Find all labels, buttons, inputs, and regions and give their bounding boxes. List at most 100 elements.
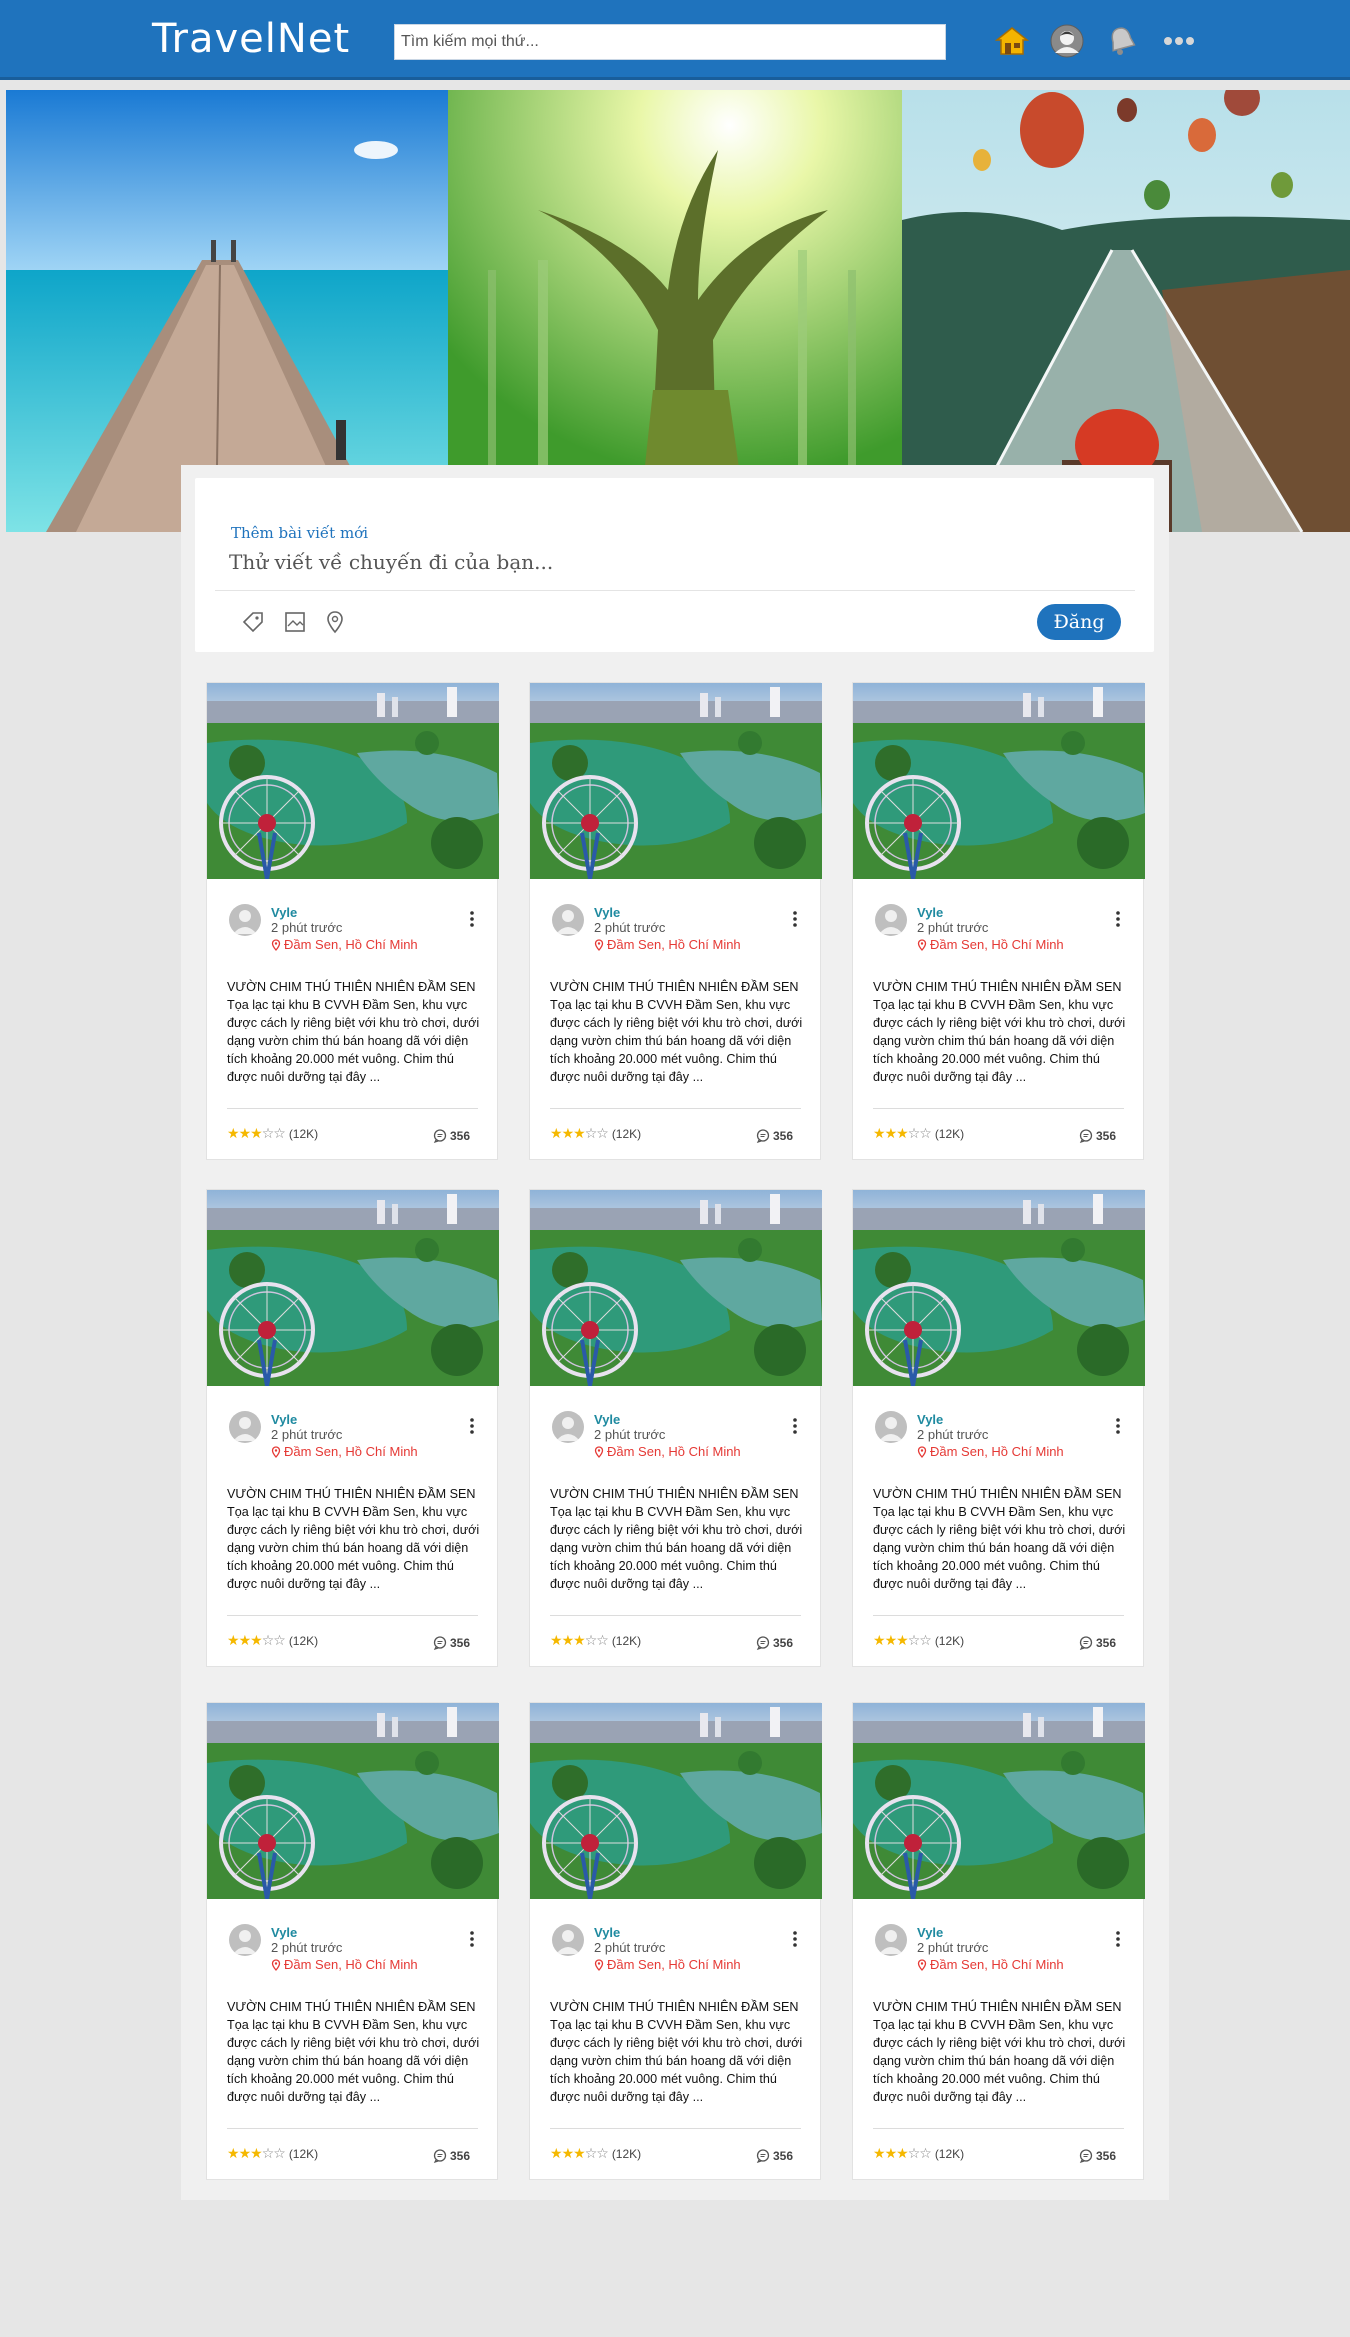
star-empty-icon: ☆ [273,2146,286,2162]
kebab-menu-icon[interactable] [465,1929,479,1949]
post-button[interactable]: Đăng [1037,604,1121,640]
post-excerpt: VƯỜN CHIM THÚ THIÊN NHIÊN ĐẦM SEN Tọa lạ… [550,2000,803,2104]
star-rating[interactable]: ★ ★ ★ ☆ ☆ (12K) [227,1633,318,1649]
comment-count[interactable]: 356 [1079,1636,1116,1650]
post-card[interactable]: Vyle 2 phút trước Đầm Sen, Hồ Chí Minh V… [529,1189,822,1667]
post-username[interactable]: Vyle [271,1412,297,1427]
post-username[interactable]: Vyle [917,1412,943,1427]
star-rating[interactable]: ★ ★ ★ ☆ ☆ (12K) [550,1633,641,1649]
comment-count[interactable]: 356 [756,2149,793,2163]
post-username[interactable]: Vyle [917,1925,943,1940]
avatar[interactable] [229,1411,261,1443]
star-rating[interactable]: ★ ★ ★ ☆ ☆ (12K) [873,1633,964,1649]
post-card[interactable]: Vyle 2 phút trước Đầm Sen, Hồ Chí Minh V… [529,682,822,1160]
avatar[interactable] [875,904,907,936]
star-rating[interactable]: ★ ★ ★ ☆ ☆ (12K) [873,1126,964,1142]
post-text-input[interactable] [229,546,1049,578]
comment-count[interactable]: 356 [756,1129,793,1143]
post-image[interactable] [530,1703,822,1899]
post-username[interactable]: Vyle [594,1412,620,1427]
kebab-menu-icon[interactable] [1111,1416,1125,1436]
kebab-menu-icon[interactable] [1111,909,1125,929]
star-filled-icon: ★ [250,1633,263,1649]
post-card[interactable]: Vyle 2 phút trước Đầm Sen, Hồ Chí Minh V… [529,1702,822,2180]
post-card[interactable]: Vyle 2 phút trước Đầm Sen, Hồ Chí Minh V… [206,682,499,1160]
comment-count[interactable]: 356 [1079,1129,1116,1143]
star-filled-icon: ★ [896,1633,909,1649]
post-card[interactable]: Vyle 2 phút trước Đầm Sen, Hồ Chí Minh V… [852,1189,1145,1667]
star-filled-icon: ★ [238,2146,252,2162]
post-username[interactable]: Vyle [271,905,297,920]
post-image[interactable] [530,683,822,879]
kebab-menu-icon[interactable] [788,1416,802,1436]
search-input[interactable] [394,24,946,60]
post-username[interactable]: Vyle [917,905,943,920]
kebab-menu-icon[interactable] [788,1929,802,1949]
star-filled-icon: ★ [573,1633,586,1649]
star-empty-icon: ☆ [584,1126,598,1142]
avatar[interactable] [552,1411,584,1443]
star-empty-icon: ☆ [273,1633,286,1649]
post-location[interactable]: Đầm Sen, Hồ Chí Minh [917,1957,1064,1972]
post-card[interactable]: Vyle 2 phút trước Đầm Sen, Hồ Chí Minh V… [206,1702,499,2180]
post-card[interactable]: Vyle 2 phút trước Đầm Sen, Hồ Chí Minh V… [206,1189,499,1667]
more-icon[interactable] [1160,22,1198,60]
divider [873,2128,1124,2129]
divider [550,2128,801,2129]
post-image[interactable] [853,1190,1145,1386]
star-filled-icon: ★ [884,1633,898,1649]
post-location[interactable]: Đầm Sen, Hồ Chí Minh [917,1444,1064,1459]
post-image[interactable] [207,1703,499,1899]
location-icon[interactable] [321,608,349,636]
comment-count-label: 356 [1096,1129,1117,1143]
tag-icon[interactable] [239,608,267,636]
kebab-menu-icon[interactable] [1111,1929,1125,1949]
post-location[interactable]: Đầm Sen, Hồ Chí Minh [594,937,741,952]
kebab-menu-icon[interactable] [788,909,802,929]
comment-count-label: 356 [1096,1636,1117,1650]
post-image[interactable] [530,1190,822,1386]
post-image[interactable] [853,683,1145,879]
post-location[interactable]: Đầm Sen, Hồ Chí Minh [271,1444,418,1459]
avatar[interactable] [229,1924,261,1956]
post-username[interactable]: Vyle [594,905,620,920]
post-card[interactable]: Vyle 2 phút trước Đầm Sen, Hồ Chí Minh V… [852,1702,1145,2180]
comment-icon [433,1129,447,1143]
post-location[interactable]: Đầm Sen, Hồ Chí Minh [271,1957,418,1972]
post-image[interactable] [207,1190,499,1386]
star-rating[interactable]: ★ ★ ★ ☆ ☆ (12K) [227,1126,318,1142]
avatar[interactable] [552,1924,584,1956]
post-username[interactable]: Vyle [271,1925,297,1940]
image-icon[interactable] [281,608,309,636]
star-filled-icon: ★ [884,1126,898,1142]
home-icon[interactable] [993,22,1031,60]
star-filled-icon: ★ [227,2146,240,2162]
bell-icon[interactable] [1103,22,1141,60]
avatar[interactable] [552,904,584,936]
star-rating[interactable]: ★ ★ ★ ☆ ☆ (12K) [227,2146,318,2162]
post-location[interactable]: Đầm Sen, Hồ Chí Minh [917,937,1064,952]
comment-count[interactable]: 356 [433,2149,470,2163]
avatar[interactable] [875,1924,907,1956]
star-rating[interactable]: ★ ★ ★ ☆ ☆ (12K) [550,1126,641,1142]
avatar-icon[interactable] [1048,22,1086,60]
kebab-menu-icon[interactable] [465,909,479,929]
star-rating[interactable]: ★ ★ ★ ☆ ☆ (12K) [873,2146,964,2162]
post-location-label: Đầm Sen, Hồ Chí Minh [284,1444,418,1459]
post-image[interactable] [853,1703,1145,1899]
post-location[interactable]: Đầm Sen, Hồ Chí Minh [594,1957,741,1972]
star-rating[interactable]: ★ ★ ★ ☆ ☆ (12K) [550,2146,641,2162]
site-logo[interactable]: TravelNet [152,16,350,62]
avatar[interactable] [229,904,261,936]
post-card[interactable]: Vyle 2 phút trước Đầm Sen, Hồ Chí Minh V… [852,682,1145,1160]
comment-count[interactable]: 356 [433,1636,470,1650]
post-location[interactable]: Đầm Sen, Hồ Chí Minh [271,937,418,952]
avatar[interactable] [875,1411,907,1443]
post-username[interactable]: Vyle [594,1925,620,1940]
comment-count[interactable]: 356 [756,1636,793,1650]
comment-count[interactable]: 356 [433,1129,470,1143]
post-location[interactable]: Đầm Sen, Hồ Chí Minh [594,1444,741,1459]
kebab-menu-icon[interactable] [465,1416,479,1436]
post-image[interactable] [207,683,499,879]
comment-count[interactable]: 356 [1079,2149,1116,2163]
